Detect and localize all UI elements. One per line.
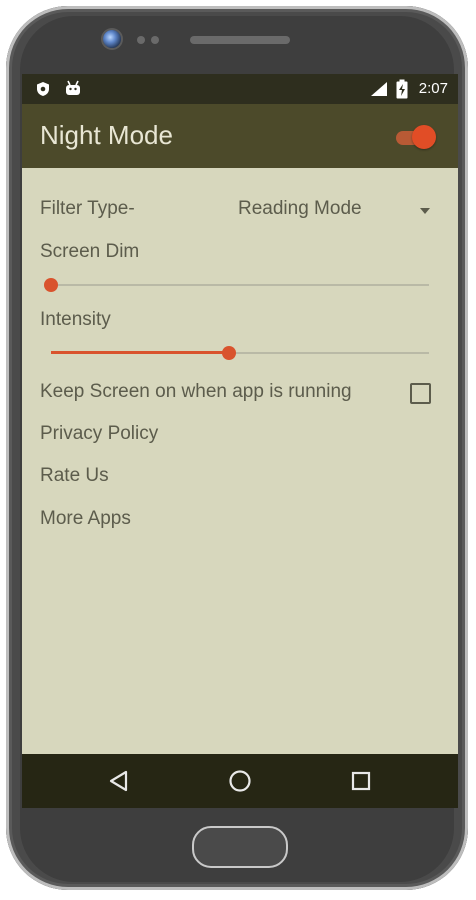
filter-type-value: Reading Mode <box>238 198 362 219</box>
slider-thumb[interactable] <box>221 346 236 360</box>
screen-dim-label: Screen Dim <box>40 241 140 262</box>
signal-icon <box>371 82 387 96</box>
screen: 2:07 Night Mode Filter Type- Reading Mod… <box>22 74 458 808</box>
screen-dim-slider[interactable] <box>44 273 429 297</box>
dropdown-arrow-icon <box>420 208 430 214</box>
system-nav-bar <box>22 754 458 808</box>
rate-us-link[interactable]: Rate Us <box>40 465 109 487</box>
light-sensor <box>151 36 159 44</box>
recents-icon[interactable] <box>346 766 376 796</box>
proximity-sensor <box>137 36 145 44</box>
battery-charging-icon <box>396 79 408 99</box>
intensity-label: Intensity <box>40 309 111 330</box>
slider-thumb[interactable] <box>44 278 58 292</box>
earpiece-speaker <box>190 36 290 44</box>
toggle-thumb <box>412 125 436 149</box>
keep-screen-on-label: Keep Screen on when app is running <box>40 381 352 402</box>
filter-type-dropdown[interactable]: Reading Mode <box>238 198 430 226</box>
more-apps-link[interactable]: More Apps <box>40 508 131 530</box>
slider-rail <box>51 284 429 286</box>
privacy-policy-link[interactable]: Privacy Policy <box>40 423 158 445</box>
front-camera <box>103 30 121 48</box>
home-icon[interactable] <box>225 766 255 796</box>
app-title: Night Mode <box>40 120 173 150</box>
app-toolbar: Night Mode <box>22 104 458 168</box>
intensity-slider[interactable] <box>51 341 429 365</box>
android-icon <box>66 80 80 95</box>
back-icon[interactable] <box>104 766 134 796</box>
status-time: 2:07 <box>418 80 448 97</box>
keep-screen-on-checkbox[interactable] <box>410 383 431 404</box>
night-mode-toggle[interactable] <box>392 124 436 150</box>
slider-fill <box>51 351 229 354</box>
filter-type-label: Filter Type- <box>40 198 135 219</box>
status-bar: 2:07 <box>22 74 458 104</box>
shield-icon <box>37 82 49 96</box>
hardware-home-button[interactable] <box>192 826 288 868</box>
